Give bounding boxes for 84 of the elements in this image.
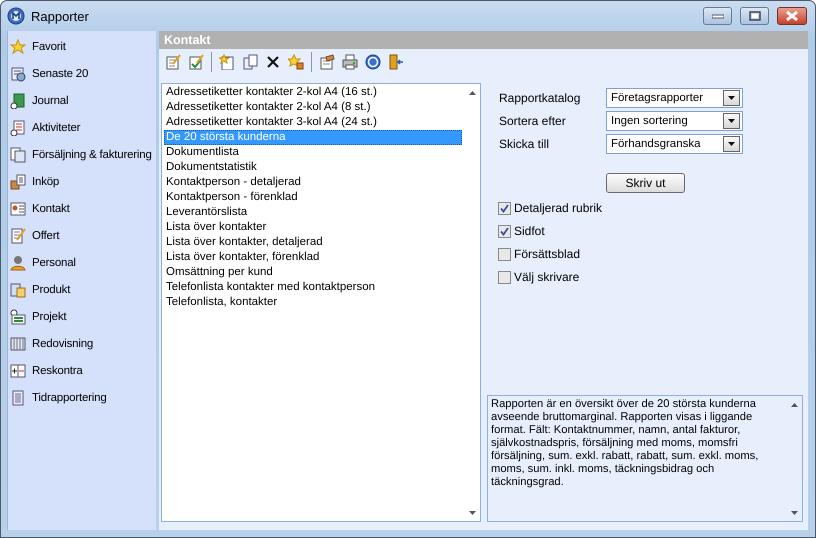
edit-check-icon[interactable] <box>188 54 204 70</box>
sidebar-item[interactable]: Reskontra <box>32 364 83 376</box>
scroll-up-icon[interactable] <box>790 403 798 407</box>
app-logo-icon <box>7 7 25 25</box>
caret-icon <box>728 96 735 100</box>
copy-icon[interactable] <box>242 54 258 70</box>
dropdown-field[interactable]: Ingen sortering <box>606 111 743 131</box>
product-documents-icon <box>10 282 26 298</box>
description-text: Rapporten är en översikt över de 20 största kunderna avseende bruttomarginal. Rapporten visas i liggande format. Fält: Kontaktnummer, namn, antal fakturor, självkostnadspris, försäljning med moms, momsfri försäljning, sum. exkl. rabatt, rabatt, sum. exkl. moms, moms, sum. inkl. moms, täckningsbidrag och täckningsgrad. <box>490 397 760 490</box>
sidebar-item[interactable]: Produkt <box>32 284 70 296</box>
checkbox[interactable] <box>498 224 511 238</box>
star-lock-icon[interactable] <box>288 54 304 70</box>
list-item[interactable]: Adressetiketter kontakter 3-kol A4 (24 st.) <box>164 115 462 130</box>
list-item[interactable]: Telefonlista kontakter med kontaktperson <box>164 280 462 295</box>
exit-door-icon[interactable] <box>388 54 404 70</box>
minimize-button[interactable] <box>703 7 732 25</box>
list-item[interactable]: Adressetiketter kontakter 2-kol A4 (16 st.) <box>164 85 462 100</box>
list-item[interactable]: Omsättning per kund <box>164 265 462 280</box>
caret-icon <box>728 119 735 123</box>
field-label: Skicka till <box>499 137 550 151</box>
minimize-icon <box>712 13 724 19</box>
close-icon <box>785 11 799 21</box>
document-clock-icon <box>10 66 26 82</box>
caret-icon <box>728 142 735 146</box>
sidebar-item[interactable]: Inköp <box>32 176 60 188</box>
list-item[interactable]: Kontaktperson - detaljerad <box>164 175 462 190</box>
panel-header: Kontakt <box>159 31 808 49</box>
field-label: Rapportkatalog <box>499 91 582 105</box>
sidebar-item[interactable]: Försäljning & fakturering <box>32 148 152 160</box>
checkbox-label: Välj skrivare <box>514 270 580 284</box>
documents-icon <box>10 146 26 162</box>
document-icon <box>10 390 26 406</box>
close-button[interactable] <box>777 7 807 25</box>
sidebar-item[interactable]: Tidrapportering <box>32 392 107 404</box>
checkbox-label: Försättsblad <box>514 247 580 261</box>
sidebar-item[interactable]: Projekt <box>32 310 66 322</box>
list-item[interactable]: Leverantörslista <box>164 205 462 220</box>
checkbox-label: Sidfot <box>514 224 545 238</box>
print-icon[interactable] <box>342 54 358 70</box>
list-item[interactable]: Lista över kontakter <box>164 220 462 235</box>
book-icon <box>10 92 26 108</box>
list-item[interactable]: Dokumentstatistik <box>164 160 462 175</box>
help-icon[interactable] <box>365 54 381 70</box>
scroll-down-icon[interactable] <box>790 511 798 515</box>
list-item[interactable]: Lista över kontakter, detaljerad <box>164 235 462 250</box>
scroll-up-icon[interactable] <box>468 91 476 95</box>
print-button[interactable]: Skriv ut <box>606 173 685 193</box>
maximize-icon <box>748 11 760 21</box>
sidebar-item[interactable]: Journal <box>32 94 68 106</box>
edit-icon[interactable] <box>165 54 181 70</box>
contact-card-icon <box>10 200 26 216</box>
clock-list-icon <box>10 308 26 324</box>
list-item[interactable]: Lista över kontakter, förenklad <box>164 250 462 265</box>
columns-icon <box>10 336 26 352</box>
window-title: Rapporter <box>31 8 89 24</box>
new-document-icon[interactable] <box>219 54 235 70</box>
checkbox[interactable] <box>498 270 511 284</box>
list-item[interactable]: Kontaktperson - förenklad <box>164 190 462 205</box>
properties-icon[interactable] <box>319 54 335 70</box>
checkbox[interactable] <box>498 202 511 214</box>
checkbox-label: Detaljerad rubrik <box>514 201 602 215</box>
list-item[interactable]: Telefonlista, kontakter <box>164 295 462 310</box>
person-icon <box>10 254 26 270</box>
star-icon <box>10 38 26 54</box>
maximize-button[interactable] <box>740 7 769 25</box>
checkbox[interactable] <box>498 248 511 260</box>
document-pencil-icon <box>10 228 26 244</box>
dropdown-field[interactable]: Företagsrapporter <box>606 88 743 108</box>
list-item[interactable]: Adressetiketter kontakter 2-kol A4 (8 st.) <box>164 100 462 115</box>
ledger-icon <box>10 362 26 378</box>
field-label: Sortera efter <box>499 114 567 128</box>
sidebar-item[interactable]: Senaste 20 <box>32 68 88 80</box>
sidebar-item[interactable]: Kontakt <box>32 202 70 214</box>
sidebar-item[interactable]: Aktiviteter <box>32 122 80 134</box>
sidebar-item[interactable]: Redovisning <box>32 338 94 350</box>
delete-icon[interactable] <box>265 54 281 70</box>
box-document-icon <box>10 174 26 190</box>
sidebar-item[interactable]: Favorit <box>32 40 66 52</box>
list-item[interactable]: Dokumentlista <box>164 145 462 160</box>
scroll-down-icon[interactable] <box>468 511 476 515</box>
sidebar-item[interactable]: Offert <box>32 230 60 242</box>
list-clock-icon <box>10 120 26 136</box>
sidebar-item[interactable]: Personal <box>32 256 76 268</box>
dropdown-field[interactable]: Förhandsgranska <box>606 134 743 154</box>
